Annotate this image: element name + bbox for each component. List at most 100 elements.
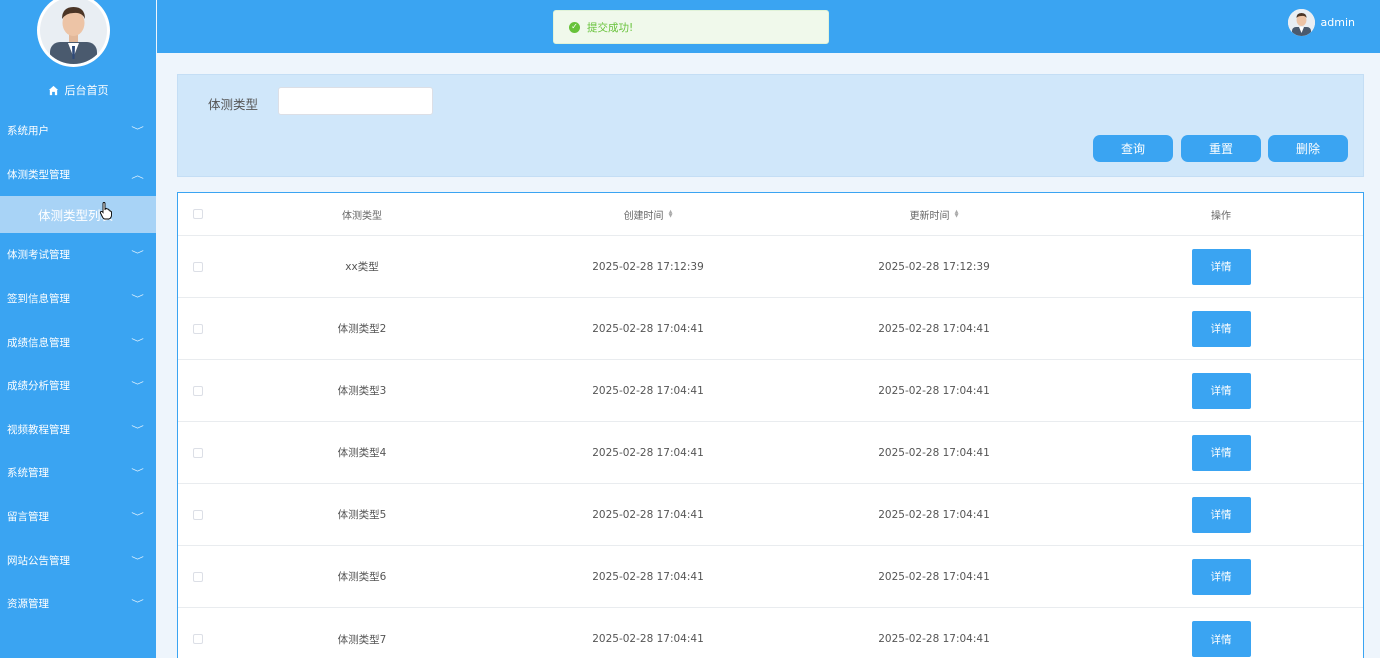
row-checkbox[interactable] — [193, 571, 203, 582]
cell-updated: 2025-02-28 17:04:41 — [878, 508, 990, 521]
sidebar-avatar[interactable] — [37, 0, 110, 67]
cell-type: 体测类型5 — [337, 509, 387, 521]
chevron-down-icon: ﹀ — [131, 469, 144, 480]
sidebar-item-label: 系统管理 — [7, 467, 49, 480]
search-panel: 体测类型 查询 重置 删除 — [177, 74, 1364, 177]
cell-type: 体测类型6 — [337, 571, 387, 583]
cell-type: 体测类型7 — [337, 633, 387, 646]
cell-type: 体测类型3 — [337, 385, 387, 397]
select-all-checkbox[interactable] — [193, 209, 203, 219]
sidebar-home-link[interactable]: 后台首页 — [0, 80, 156, 100]
sidebar-item-label: 体测考试管理 — [7, 249, 70, 262]
sidebar-menu: 系统用户 ﹀ 体测类型管理 ︿ 体测类型列表 体测考试管理 ﹀ 签到信息管理 ﹀… — [0, 109, 156, 626]
table-row: 体测类型2 2025-02-28 17:04:41 2025-02-28 17:… — [178, 298, 1363, 360]
table-row: xx类型 2025-02-28 17:12:39 2025-02-28 17:1… — [178, 236, 1363, 298]
sidebar-item-test-type-management[interactable]: 体测类型管理 ︿ — [0, 153, 156, 197]
cell-created: 2025-02-28 17:04:41 — [592, 570, 704, 583]
query-button[interactable]: 查询 — [1093, 135, 1173, 162]
sidebar: 后台首页 系统用户 ﹀ 体测类型管理 ︿ 体测类型列表 体测考试管理 ﹀ 签到信… — [0, 0, 156, 658]
chevron-down-icon: ﹀ — [131, 338, 144, 349]
detail-button[interactable]: 详情 — [1191, 558, 1251, 595]
sidebar-item-system-management[interactable]: 系统管理 ﹀ — [0, 451, 156, 495]
column-header-label: 创建时间 — [623, 210, 664, 222]
sidebar-item-label: 成绩信息管理 — [7, 336, 70, 349]
sidebar-item-label: 资源管理 — [7, 598, 49, 611]
reset-button[interactable]: 重置 — [1181, 135, 1261, 162]
sidebar-item-label: 签到信息管理 — [7, 293, 70, 306]
sidebar-item-message-management[interactable]: 留言管理 ﹀ — [0, 495, 156, 539]
sidebar-item-checkin-management[interactable]: 签到信息管理 ﹀ — [0, 277, 156, 321]
cell-updated: 2025-02-28 17:12:39 — [878, 260, 990, 273]
cell-type: xx类型 — [345, 261, 379, 273]
table-row: 体测类型6 2025-02-28 17:04:41 2025-02-28 17:… — [178, 546, 1363, 608]
sidebar-item-system-users[interactable]: 系统用户 ﹀ — [0, 109, 156, 153]
sidebar-item-label: 成绩分析管理 — [7, 380, 70, 393]
sort-icon[interactable]: ▲ ▼ — [955, 210, 959, 219]
sidebar-item-video-tutorials[interactable]: 视频教程管理 ﹀ — [0, 408, 156, 452]
column-header-updated[interactable]: 更新时间 ▲ ▼ — [834, 193, 1034, 235]
detail-button[interactable]: 详情 — [1191, 248, 1251, 285]
sidebar-item-label: 系统用户 — [7, 125, 49, 138]
search-label: 体测类型 — [208, 97, 259, 112]
row-checkbox[interactable] — [193, 323, 203, 334]
chevron-down-icon: ﹀ — [131, 556, 144, 567]
cell-created: 2025-02-28 17:04:41 — [592, 446, 704, 459]
chevron-down-icon: ﹀ — [131, 251, 144, 262]
success-toast: ✓ 提交成功! — [553, 10, 829, 44]
detail-button[interactable]: 详情 — [1191, 496, 1251, 533]
username-label: admin — [1320, 16, 1355, 29]
chevron-down-icon: ﹀ — [131, 513, 144, 524]
test-type-search-input[interactable] — [278, 87, 433, 115]
cell-type: 体测类型4 — [337, 447, 387, 459]
delete-button[interactable]: 删除 — [1268, 135, 1348, 162]
sidebar-subitem-test-type-list[interactable]: 体测类型列表 — [0, 196, 156, 234]
toast-message: 提交成功! — [587, 21, 634, 34]
sidebar-item-score-management[interactable]: 成绩信息管理 ﹀ — [0, 320, 156, 364]
check-circle-icon: ✓ — [569, 21, 580, 33]
cell-updated: 2025-02-28 17:04:41 — [878, 570, 990, 583]
user-menu[interactable]: admin — [1287, 9, 1355, 36]
data-table: 体测类型 创建时间 ▲ ▼ 更新时间 ▲ ▼ 操作 xx类型 2025-02-28 … — [177, 192, 1364, 658]
detail-button[interactable]: 详情 — [1191, 434, 1251, 471]
cell-created: 2025-02-28 17:12:39 — [592, 260, 704, 273]
cell-type: 体测类型2 — [337, 323, 387, 335]
column-header-ops: 操作 — [1211, 210, 1231, 222]
row-checkbox[interactable] — [193, 509, 203, 520]
sidebar-item-label: 视频教程管理 — [7, 423, 70, 436]
sidebar-item-resource-management[interactable]: 资源管理 ﹀ — [0, 582, 156, 626]
table-header-row: 体测类型 创建时间 ▲ ▼ 更新时间 ▲ ▼ 操作 — [178, 193, 1363, 236]
column-header-created[interactable]: 创建时间 ▲ ▼ — [548, 193, 748, 235]
chevron-down-icon: ﹀ — [131, 127, 144, 138]
sidebar-item-label: 留言管理 — [7, 511, 49, 524]
sidebar-item-exam-management[interactable]: 体测考试管理 ﹀ — [0, 233, 156, 277]
column-header-type: 体测类型 — [342, 210, 382, 222]
sidebar-item-label: 网站公告管理 — [7, 554, 70, 567]
chevron-down-icon: ﹀ — [131, 295, 144, 306]
column-header-label: 更新时间 — [909, 210, 950, 222]
cell-created: 2025-02-28 17:04:41 — [592, 384, 704, 397]
cell-updated: 2025-02-28 17:04:41 — [878, 446, 990, 459]
chevron-down-icon: ﹀ — [131, 600, 144, 611]
chevron-up-icon: ︿ — [131, 170, 144, 181]
chevron-down-icon: ﹀ — [131, 382, 144, 393]
detail-button[interactable]: 详情 — [1191, 310, 1251, 347]
sort-icon[interactable]: ▲ ▼ — [669, 210, 673, 219]
detail-button[interactable]: 详情 — [1191, 621, 1251, 657]
user-avatar — [1287, 9, 1315, 36]
sidebar-item-announcement-management[interactable]: 网站公告管理 ﹀ — [0, 538, 156, 582]
row-checkbox[interactable] — [193, 261, 203, 272]
sidebar-item-score-analysis[interactable]: 成绩分析管理 ﹀ — [0, 364, 156, 408]
sidebar-home-label: 后台首页 — [64, 84, 109, 97]
home-icon — [48, 85, 58, 95]
chevron-down-icon: ﹀ — [131, 425, 144, 436]
row-checkbox[interactable] — [193, 634, 203, 644]
table-row: 体测类型5 2025-02-28 17:04:41 2025-02-28 17:… — [178, 484, 1363, 546]
row-checkbox[interactable] — [193, 385, 203, 396]
cell-created: 2025-02-28 17:04:41 — [592, 322, 704, 335]
table-row: 体测类型7 2025-02-28 17:04:41 2025-02-28 17:… — [178, 608, 1363, 658]
table-row: 体测类型3 2025-02-28 17:04:41 2025-02-28 17:… — [178, 360, 1363, 422]
cell-updated: 2025-02-28 17:04:41 — [878, 633, 990, 645]
row-checkbox[interactable] — [193, 447, 203, 458]
detail-button[interactable]: 详情 — [1191, 372, 1251, 409]
cell-created: 2025-02-28 17:04:41 — [592, 633, 704, 645]
